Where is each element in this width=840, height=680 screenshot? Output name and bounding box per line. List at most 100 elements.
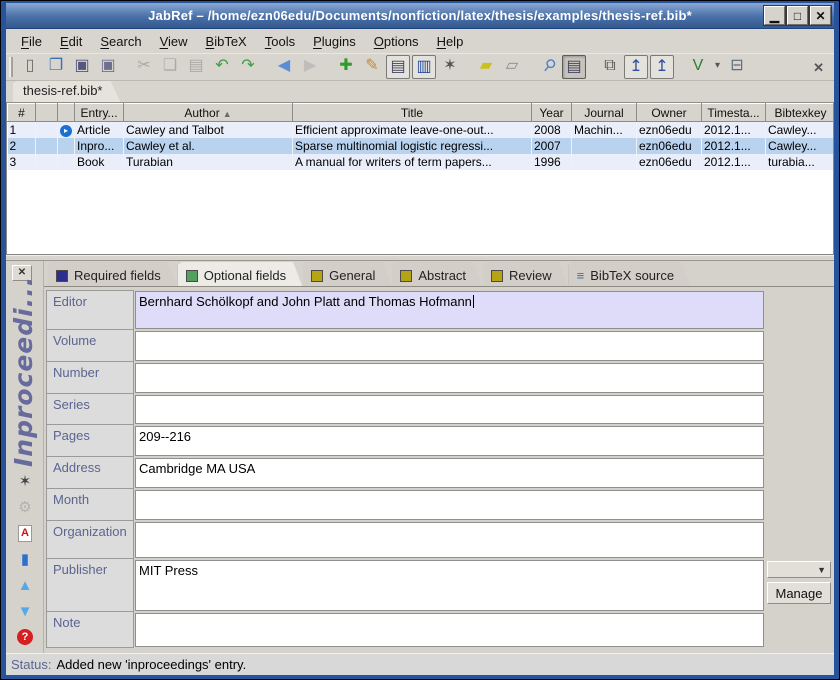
field-input-organization[interactable] <box>135 522 764 558</box>
field-right-area <box>764 489 832 521</box>
toggle-groups-icon[interactable]: ▥ <box>412 55 436 79</box>
save-all-databases-icon[interactable]: ▣ <box>96 55 120 79</box>
menu-help[interactable]: Help <box>428 31 473 52</box>
search-icon[interactable]: ⚲ <box>531 50 565 84</box>
import-entries-icon[interactable]: ↥ <box>624 55 648 79</box>
table-row[interactable]: 2Inpro...Cawley et al.Sparse multinomial… <box>8 138 835 154</box>
field-right-area: ▼ Manage <box>764 559 832 612</box>
open-database-icon[interactable]: ❐ <box>44 55 68 79</box>
column-header-author[interactable]: Author▲ <box>124 104 293 122</box>
toggle-entry-preview-icon[interactable]: ▤ <box>386 55 410 79</box>
table-row[interactable]: 3BookTurabianA manual for writers of ter… <box>8 154 835 170</box>
editor-tab-bibtex-source[interactable]: ≡BibTeX source <box>569 262 690 286</box>
title-bar[interactable]: JabRef – /home/ezn06edu/Documents/nonfic… <box>6 3 834 29</box>
field-input-editor[interactable]: Bernhard Schölkopf and John Platt and Th… <box>135 291 764 329</box>
menu-bibtex[interactable]: BibTeX <box>197 31 256 52</box>
toolbar-close-icon[interactable]: ✕ <box>813 60 824 76</box>
push-to-dropdown-icon[interactable]: ▾ <box>712 55 723 79</box>
maximize-button[interactable]: □ <box>787 6 808 25</box>
column-header-bibtexkey[interactable]: Bibtexkey <box>766 104 835 122</box>
field-input-volume[interactable] <box>135 331 764 361</box>
open-file-icon[interactable]: ▮ <box>21 551 29 568</box>
toolbar-drag-handle[interactable] <box>9 57 13 77</box>
column-header-file[interactable] <box>58 104 75 122</box>
field-input-month[interactable] <box>135 490 764 520</box>
menu-edit[interactable]: Edit <box>51 31 91 52</box>
entry-link-icon[interactable]: ▸ <box>60 125 72 137</box>
menu-view[interactable]: View <box>151 31 197 52</box>
status-message: Added new 'inproceedings' entry. <box>56 657 246 672</box>
column-header-title[interactable]: Title <box>293 104 532 122</box>
cell-year: 1996 <box>532 154 572 170</box>
manage-button[interactable]: Manage <box>767 582 831 604</box>
column-header-col1[interactable] <box>36 104 58 122</box>
field-row-organization: Organization <box>46 521 832 559</box>
column-header-owner[interactable]: Owner <box>637 104 702 122</box>
cell-file <box>58 138 75 154</box>
column-header-timesta[interactable]: Timesta... <box>702 104 766 122</box>
export-entries-icon[interactable]: ↥ <box>650 55 674 79</box>
undo-icon[interactable]: ↶ <box>210 55 234 79</box>
push-to-lyx-icon[interactable]: ⊟ <box>725 55 749 79</box>
close-button[interactable]: ✕ <box>810 6 831 25</box>
cell-journal <box>572 138 637 154</box>
editor-tab-optional-fields[interactable]: Optional fields <box>178 262 302 286</box>
generate-bibtex-key-wand-icon[interactable]: ✶ <box>19 473 32 490</box>
back-icon[interactable]: ◀ <box>272 55 296 79</box>
tab-color-square-icon <box>400 270 412 282</box>
unmark-entries-icon[interactable]: ▱ <box>500 55 524 79</box>
column-header-[interactable]: # <box>8 104 36 122</box>
toolbar-separator <box>587 55 597 79</box>
help-icon[interactable]: ? <box>17 629 33 645</box>
database-tab-label: thesis-ref.bib* <box>23 83 102 98</box>
menu-search[interactable]: Search <box>91 31 150 52</box>
toolbar-separator <box>323 55 333 79</box>
open-pdf-icon[interactable]: A <box>18 525 32 542</box>
menu-tools[interactable]: Tools <box>256 31 304 52</box>
field-input-series[interactable] <box>135 395 764 424</box>
duplicate-entry-icon[interactable]: ⧉ <box>598 55 622 79</box>
cleanup-entries-wand-icon[interactable]: ✶ <box>438 55 462 79</box>
cell-entrytype: Article <box>75 122 124 138</box>
previous-entry-icon[interactable]: ▲ <box>18 577 33 594</box>
cell-owner: ezn06edu <box>637 154 702 170</box>
next-entry-icon[interactable]: ▼ <box>18 603 33 620</box>
database-tab[interactable]: thesis-ref.bib* <box>13 81 120 102</box>
field-input-publisher[interactable]: MIT Press <box>135 560 764 611</box>
push-to-application-icon[interactable]: V <box>686 55 710 79</box>
window-content: JabRef – /home/ezn06edu/Documents/nonfic… <box>6 3 834 675</box>
editor-tab-abstract[interactable]: Abstract <box>392 262 482 286</box>
tab-color-square-icon <box>186 270 198 282</box>
publisher-selector-dropdown[interactable]: ▼ <box>767 561 831 578</box>
column-header-entry[interactable]: Entry... <box>75 104 124 122</box>
column-header-journal[interactable]: Journal <box>572 104 637 122</box>
edit-entry-icon[interactable]: ✎ <box>360 55 384 79</box>
menu-file[interactable]: File <box>12 31 51 52</box>
tab-color-square-icon <box>56 270 68 282</box>
toggle-search-panel-icon[interactable]: ▤ <box>562 55 586 79</box>
new-entry-icon[interactable]: ✚ <box>334 55 358 79</box>
field-input-pages[interactable]: 209--216 <box>135 426 764 456</box>
field-input-number[interactable] <box>135 363 764 393</box>
menu-plugins[interactable]: Plugins <box>304 31 365 52</box>
new-database-icon[interactable]: ▯ <box>18 55 42 79</box>
field-label-pages: Pages <box>46 425 134 457</box>
field-input-address[interactable]: Cambridge MA USA <box>135 458 764 488</box>
editor-tab-required-fields[interactable]: Required fields <box>48 262 177 286</box>
editor-tab-review[interactable]: Review <box>483 262 568 286</box>
toolbar-separator <box>463 55 473 79</box>
editor-tab-general[interactable]: General <box>303 262 391 286</box>
column-header-year[interactable]: Year <box>532 104 572 122</box>
table-row[interactable]: 1▸ArticleCawley and TalbotEfficient appr… <box>8 122 835 138</box>
cell-title: A manual for writers of term papers... <box>293 154 532 170</box>
field-row-number: Number <box>46 362 832 394</box>
minimize-button[interactable]: ▁ <box>764 6 785 25</box>
entry-editor-fields: EditorBernhard Schölkopf and John Platt … <box>44 287 834 653</box>
field-row-note: Note <box>46 612 832 648</box>
field-right-area <box>764 330 832 362</box>
save-database-icon[interactable]: ▣ <box>70 55 94 79</box>
mark-entries-icon[interactable]: ▰ <box>474 55 498 79</box>
redo-icon[interactable]: ↷ <box>236 55 260 79</box>
menu-options[interactable]: Options <box>365 31 428 52</box>
field-input-note[interactable] <box>135 613 764 647</box>
